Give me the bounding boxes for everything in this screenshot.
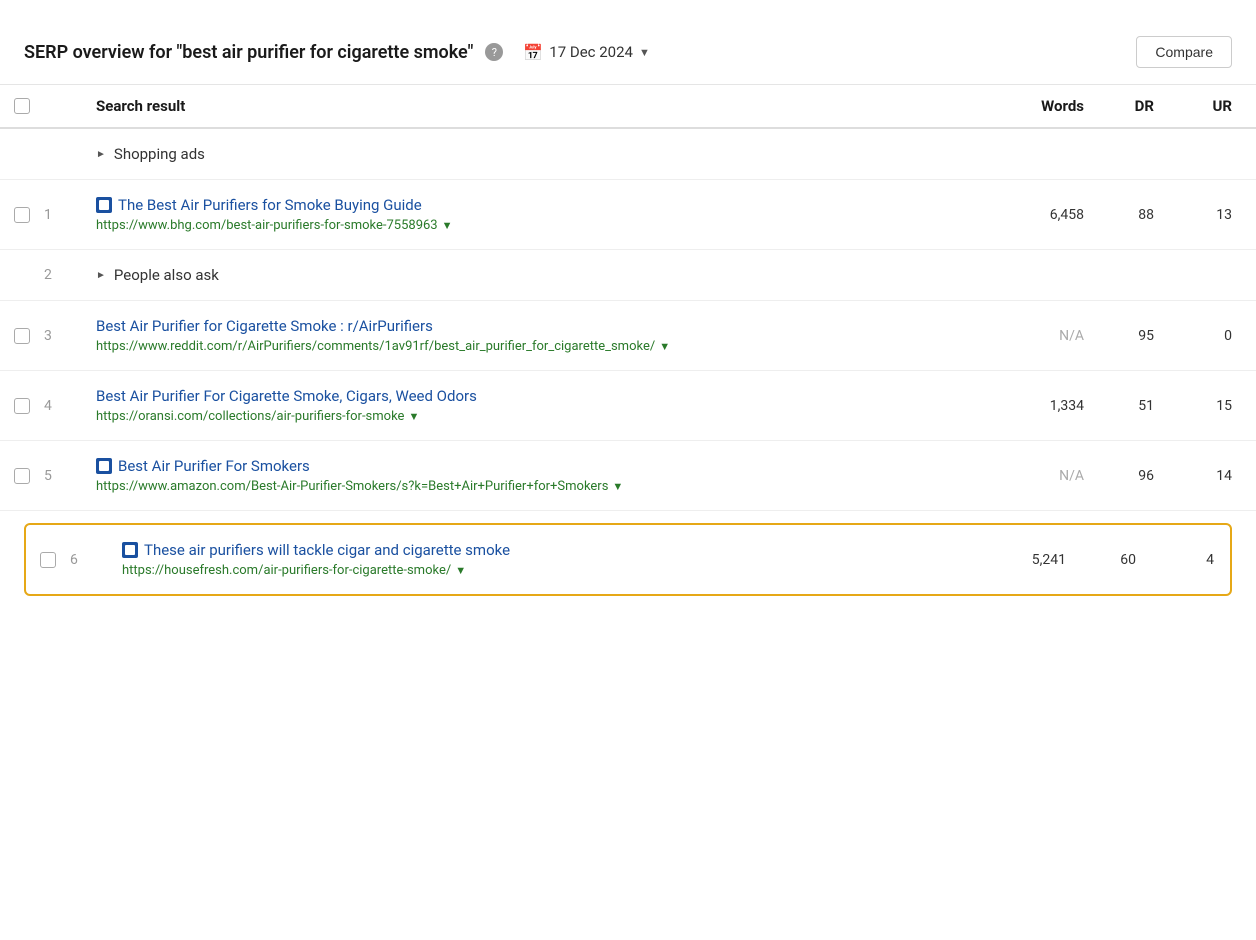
row-4-title-link[interactable]: Best Air Purifier For Cigarette Smoke, C… (96, 387, 1002, 405)
help-icon[interactable]: ? (485, 43, 503, 61)
col-words: Words (1002, 97, 1092, 115)
row-3-dr: 95 (1092, 328, 1162, 344)
shopping-ads-label: Shopping ads (114, 145, 205, 163)
row-1-title: The Best Air Purifiers for Smoke Buying … (118, 196, 422, 214)
col-search-result: Search result (88, 97, 1002, 115)
row-6-num: 6 (70, 552, 114, 568)
select-all-checkbox[interactable] (14, 98, 30, 114)
page-title: SERP overview for "best air purifier for… (24, 42, 473, 63)
row-3-url-chevron-icon: ▼ (659, 340, 670, 353)
row-5-title-link[interactable]: Best Air Purifier For Smokers (96, 457, 1002, 475)
compare-button[interactable]: Compare (1136, 36, 1232, 68)
row-6-dr: 60 (1074, 552, 1144, 568)
col-ur: UR (1162, 97, 1232, 115)
row-4-title: Best Air Purifier For Cigarette Smoke, C… (96, 387, 477, 405)
row-6-title-link[interactable]: These air purifiers will tackle cigar an… (122, 541, 984, 559)
table-row: 1 The Best Air Purifiers for Smoke Buyin… (0, 180, 1256, 250)
row-3-checkbox[interactable] (14, 328, 30, 344)
row-6-favicon (122, 542, 138, 558)
table-row-highlighted: 6 These air purifiers will tackle cigar … (24, 523, 1232, 596)
date-label: 17 Dec 2024 (549, 43, 633, 61)
row-3-title: Best Air Purifier for Cigarette Smoke : … (96, 317, 433, 335)
row-6-words: 5,241 (984, 552, 1074, 568)
row-6-url[interactable]: https://housefresh.com/air-purifiers-for… (122, 563, 451, 578)
people-also-ask-label: People also ask (114, 266, 219, 284)
row-1-dr: 88 (1092, 207, 1162, 223)
row-1-url[interactable]: https://www.bhg.com/best-air-purifiers-f… (96, 218, 438, 233)
row-4-ur: 15 (1162, 398, 1232, 414)
row-5-url-chevron-icon: ▼ (612, 480, 623, 493)
row-4-url-chevron-icon: ▼ (408, 410, 419, 423)
table-row: 4 Best Air Purifier For Cigarette Smoke,… (0, 371, 1256, 441)
row-3-ur: 0 (1162, 328, 1232, 344)
row-5-checkbox[interactable] (14, 468, 30, 484)
shopping-ads-row: ► Shopping ads (0, 129, 1256, 180)
row-5-url[interactable]: https://www.amazon.com/Best-Air-Purifier… (96, 479, 608, 494)
row-6-ur: 4 (1144, 552, 1214, 568)
calendar-icon: 📅 (523, 43, 543, 62)
row-2-num: 2 (44, 267, 88, 283)
row-5-favicon (96, 458, 112, 474)
row-6-url-chevron-icon: ▼ (455, 564, 466, 577)
shopping-ads-expand[interactable]: ► Shopping ads (96, 145, 1232, 163)
row-1-words: 6,458 (1002, 207, 1092, 223)
row-5-ur: 14 (1162, 468, 1232, 484)
row-1-num: 1 (44, 207, 88, 223)
row-4-checkbox[interactable] (14, 398, 30, 414)
row-3-title-link[interactable]: Best Air Purifier for Cigarette Smoke : … (96, 317, 1002, 335)
col-dr: DR (1092, 97, 1162, 115)
people-also-ask-expand[interactable]: ► People also ask (96, 266, 1232, 284)
date-selector[interactable]: 📅 17 Dec 2024 ▼ (523, 43, 649, 62)
row-1-ur: 13 (1162, 207, 1232, 223)
triangle-icon: ► (96, 270, 106, 281)
triangle-icon: ► (96, 149, 106, 160)
row-5-words: N/A (1002, 468, 1092, 484)
table-header: Search result Words DR UR (0, 85, 1256, 129)
row-1-checkbox[interactable] (14, 207, 30, 223)
row-3-words: N/A (1002, 328, 1092, 344)
row-1-url-chevron-icon: ▼ (442, 219, 453, 232)
row-5-title: Best Air Purifier For Smokers (118, 457, 310, 475)
row-4-num: 4 (44, 398, 88, 414)
date-chevron-icon: ▼ (639, 46, 650, 59)
row-4-url[interactable]: https://oransi.com/collections/air-purif… (96, 409, 404, 424)
row-3-num: 3 (44, 328, 88, 344)
row-5-dr: 96 (1092, 468, 1162, 484)
people-also-ask-row: 2 ► People also ask (0, 250, 1256, 301)
row-5-num: 5 (44, 468, 88, 484)
row-6-title: These air purifiers will tackle cigar an… (144, 541, 510, 559)
row-6-checkbox[interactable] (40, 552, 56, 568)
row-4-dr: 51 (1092, 398, 1162, 414)
table-row: 5 Best Air Purifier For Smokers https://… (0, 441, 1256, 511)
table-row: 3 Best Air Purifier for Cigarette Smoke … (0, 301, 1256, 371)
row-1-title-link[interactable]: The Best Air Purifiers for Smoke Buying … (96, 196, 1002, 214)
row-1-favicon (96, 197, 112, 213)
row-4-words: 1,334 (1002, 398, 1092, 414)
row-3-url[interactable]: https://www.reddit.com/r/AirPurifiers/co… (96, 339, 655, 354)
